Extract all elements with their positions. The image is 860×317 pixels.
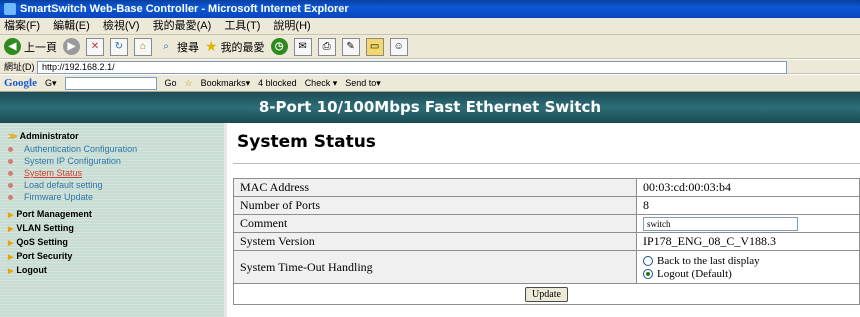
edit-button[interactable]: ✎ bbox=[341, 37, 360, 56]
sidebar-section-port-management[interactable]: Port Management bbox=[8, 209, 224, 219]
main-content: System Status MAC Address 00:03:cd:00:03… bbox=[227, 123, 860, 317]
window-title: SmartSwitch Web-Base Controller - Micros… bbox=[20, 3, 349, 15]
table-row: System Time-Out Handling Back to the las… bbox=[233, 250, 860, 284]
menu-favorites[interactable]: 我的最愛(A) bbox=[153, 20, 212, 32]
messenger-button[interactable]: ☺ bbox=[389, 37, 408, 56]
mail-button[interactable]: ✉ bbox=[293, 37, 312, 56]
back-arrow-icon: ◀ bbox=[4, 38, 21, 55]
browser-toolbar: ◀ 上一頁 ▶ ✕ ↻ ⌂ ⌕ 搜尋 ★ 我的最愛 ◷ ✉ ⎙ ✎ ▭ ☺ bbox=[0, 35, 860, 59]
bookmarks-star-icon: ☆ bbox=[184, 77, 193, 88]
search-button[interactable]: ⌕ 搜尋 bbox=[158, 39, 199, 55]
sidebar-item-load-default-setting[interactable]: Load default setting bbox=[8, 180, 224, 190]
sidebar-item-system-ip-configuration[interactable]: System IP Configuration bbox=[8, 156, 224, 166]
timeout-options-cell: Back to the last display Logout (Default… bbox=[636, 250, 860, 284]
table-row: Update bbox=[233, 283, 860, 305]
google-c-button[interactable]: G▾ bbox=[45, 75, 57, 92]
google-toolbar: Google G▾ Go ☆ Bookmarks▾ 4 blocked Chec… bbox=[0, 75, 860, 92]
bookmarks-button[interactable]: Bookmarks▾ bbox=[201, 75, 251, 92]
back-button[interactable]: ◀ 上一頁 bbox=[4, 38, 57, 55]
page-banner: 8-Port 10/100Mbps Fast Ethernet Switch bbox=[0, 92, 860, 123]
row-label: Comment bbox=[233, 214, 637, 233]
sidebar-section-administrator[interactable]: ≫ Administrator bbox=[8, 131, 224, 142]
favorites-label: 我的最愛 bbox=[220, 41, 265, 54]
timeout-option-back[interactable]: Back to the last display bbox=[643, 254, 859, 267]
page-title: System Status bbox=[237, 132, 376, 152]
sidebar-section-logout[interactable]: Logout bbox=[8, 265, 224, 275]
spellcheck-button[interactable]: Check ▾ bbox=[305, 75, 338, 92]
menu-help[interactable]: 說明(H) bbox=[273, 20, 310, 32]
forward-button[interactable]: ▶ bbox=[63, 38, 80, 55]
timeout-option-logout[interactable]: Logout (Default) bbox=[643, 267, 859, 280]
radio-logout-default[interactable] bbox=[643, 268, 653, 279]
menu-tools[interactable]: 工具(T) bbox=[224, 20, 260, 32]
banner-title: 8-Port 10/100Mbps Fast Ethernet Switch bbox=[258, 98, 602, 116]
number-of-ports-value: 8 bbox=[636, 196, 860, 215]
radio-label: Logout (Default) bbox=[657, 267, 732, 280]
address-label: 網址(D) bbox=[4, 62, 35, 72]
row-label: System Version bbox=[233, 232, 637, 251]
google-logo: Google bbox=[4, 76, 37, 89]
radio-back-to-last-display[interactable] bbox=[643, 255, 653, 266]
update-button[interactable]: Update bbox=[525, 287, 568, 302]
address-bar: 網址(D) http://192.168.2.1/ bbox=[0, 60, 860, 75]
folder-button[interactable]: ▭ bbox=[365, 37, 384, 56]
sidebar-section-vlan-setting[interactable]: VLAN Setting bbox=[8, 223, 224, 233]
window-title-bar: SmartSwitch Web-Base Controller - Micros… bbox=[0, 0, 860, 18]
favorites-button[interactable]: ★ 我的最愛 bbox=[205, 38, 265, 55]
table-row: Comment switch bbox=[233, 214, 860, 233]
row-label: MAC Address bbox=[233, 178, 637, 197]
comment-cell: switch bbox=[636, 214, 860, 233]
table-row: MAC Address 00:03:cd:00:03:b4 bbox=[233, 178, 860, 197]
menu-edit[interactable]: 編輯(E) bbox=[53, 20, 90, 32]
history-button[interactable]: ◷ bbox=[270, 38, 288, 55]
table-row: Number of Ports 8 bbox=[233, 196, 860, 215]
search-icon: ⌕ bbox=[163, 40, 169, 52]
sidebar: ≫ Administrator Authentication Configura… bbox=[0, 123, 224, 317]
menu-file[interactable]: 檔案(F) bbox=[4, 20, 40, 32]
search-label: 搜尋 bbox=[177, 41, 199, 54]
status-table: MAC Address 00:03:cd:00:03:b4 Number of … bbox=[233, 178, 860, 305]
send-to-button[interactable]: Send to▾ bbox=[345, 75, 381, 92]
print-button[interactable]: ⎙ bbox=[317, 37, 336, 56]
comment-input[interactable]: switch bbox=[643, 217, 798, 231]
menu-view[interactable]: 檢視(V) bbox=[103, 20, 140, 32]
row-label: System Time-Out Handling bbox=[233, 250, 637, 284]
update-cell: Update bbox=[233, 283, 860, 305]
expanded-arrow-icon: ≫ bbox=[8, 131, 18, 141]
table-row: System Version IP178_ENG_08_C_V188.3 bbox=[233, 232, 860, 251]
refresh-button[interactable]: ↻ bbox=[110, 37, 128, 56]
stop-button[interactable]: ✕ bbox=[86, 37, 104, 56]
sidebar-item-firmware-update[interactable]: Firmware Update bbox=[8, 192, 224, 202]
address-input[interactable]: http://192.168.2.1/ bbox=[37, 61, 788, 75]
star-icon: ★ bbox=[205, 38, 218, 54]
sidebar-section-port-security[interactable]: Port Security bbox=[8, 251, 224, 261]
home-button[interactable]: ⌂ bbox=[134, 37, 152, 56]
sidebar-section-qos-setting[interactable]: QoS Setting bbox=[8, 237, 224, 247]
title-divider bbox=[233, 163, 860, 164]
google-go-button[interactable]: Go bbox=[165, 75, 177, 92]
mac-address-value: 00:03:cd:00:03:b4 bbox=[636, 178, 860, 197]
sidebar-item-authentication-configuration[interactable]: Authentication Configuration bbox=[8, 144, 224, 154]
radio-label: Back to the last display bbox=[657, 254, 760, 267]
google-search-input[interactable] bbox=[64, 76, 157, 90]
ie-icon bbox=[4, 3, 16, 15]
popup-blocker-button[interactable]: 4 blocked bbox=[258, 75, 297, 92]
sidebar-item-system-status[interactable]: System Status bbox=[8, 168, 224, 178]
back-label: 上一頁 bbox=[24, 41, 57, 54]
row-label: Number of Ports bbox=[233, 196, 637, 215]
menu-bar: 檔案(F) 編輯(E) 檢視(V) 我的最愛(A) 工具(T) 說明(H) bbox=[0, 18, 860, 35]
system-version-value: IP178_ENG_08_C_V188.3 bbox=[636, 232, 860, 251]
